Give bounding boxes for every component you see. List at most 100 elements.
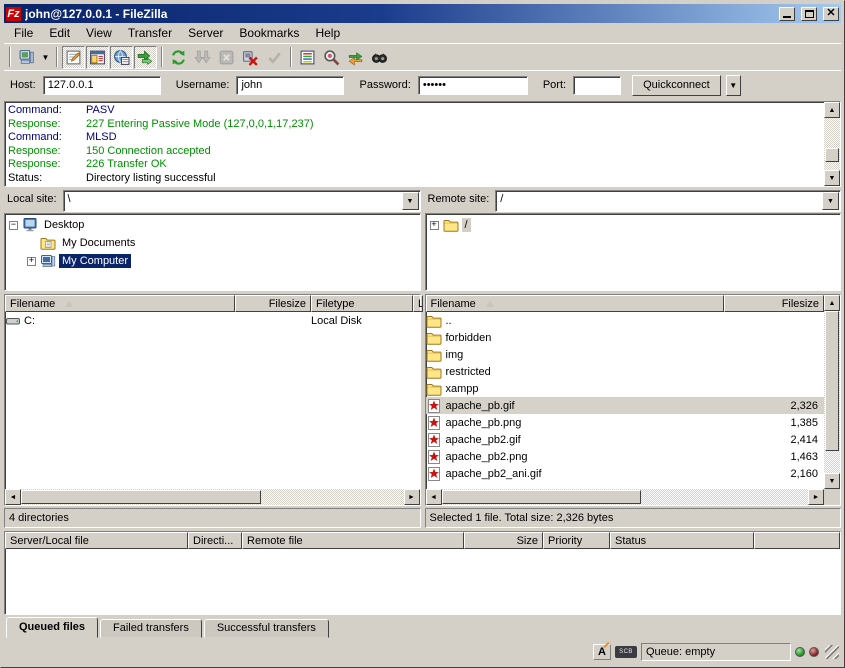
tree-item-my-computer[interactable]: + My Computer (7, 252, 420, 270)
column-header-status[interactable]: Status (610, 532, 754, 549)
scroll-left-button[interactable]: ◄ (426, 489, 442, 505)
local-horizontal-scrollbar[interactable]: ◄ ► (5, 489, 420, 505)
log-vertical-scrollbar[interactable]: ▲ ▼ (824, 102, 840, 186)
remote-vertical-scrollbar[interactable]: ▲ ▼ (824, 295, 840, 489)
toggle-message-log-button[interactable] (62, 46, 85, 69)
toggle-remote-tree-button[interactable] (110, 46, 133, 69)
scroll-down-button[interactable]: ▼ (824, 170, 840, 186)
scroll-right-button[interactable]: ► (808, 489, 824, 505)
column-header-filesize[interactable]: Filesize (235, 295, 311, 312)
expand-icon[interactable]: + (430, 221, 439, 230)
menu-view[interactable]: View (78, 24, 120, 42)
remote-tree-view: + / (425, 213, 842, 291)
chevron-down-icon: ▼ (42, 53, 50, 62)
chevron-down-icon[interactable]: ▼ (822, 192, 839, 210)
menu-server[interactable]: Server (180, 24, 231, 42)
password-input[interactable]: •••••• (418, 76, 528, 95)
scroll-right-button[interactable]: ► (404, 489, 420, 505)
resize-grip[interactable] (825, 645, 839, 659)
toggle-local-tree-button[interactable] (86, 46, 109, 69)
expand-icon[interactable]: + (27, 257, 36, 266)
collapse-icon[interactable]: − (9, 221, 18, 230)
my-documents-icon (40, 235, 56, 251)
menu-help[interactable]: Help (307, 24, 348, 42)
scroll-thumb[interactable] (21, 490, 261, 504)
cancel-operation-button[interactable] (215, 46, 238, 69)
log-text: PASV (86, 104, 115, 118)
find-files-button[interactable] (368, 46, 391, 69)
column-header-filetype[interactable]: Filetype (311, 295, 413, 312)
ascii-transfer-type-icon[interactable]: A (593, 644, 611, 660)
file-row-c-drive[interactable]: C: Local Disk (5, 312, 420, 329)
file-row[interactable]: img (426, 346, 825, 363)
scroll-thumb[interactable] (442, 490, 641, 504)
process-queue-button[interactable] (191, 46, 214, 69)
file-row[interactable]: apache_pb.png1,385 (426, 414, 825, 431)
column-header-priority[interactable]: Priority (543, 532, 610, 549)
column-header-direction[interactable]: Directi... (188, 532, 242, 549)
queue-tabs: Queued files Failed transfers Successful… (4, 615, 841, 638)
local-file-list: Filename Filesize Filetype L C: Local Di… (4, 294, 421, 506)
port-input[interactable] (573, 76, 621, 95)
file-row[interactable]: xampp (426, 380, 825, 397)
site-manager-dropdown[interactable]: ▼ (39, 46, 52, 69)
scroll-up-button[interactable]: ▲ (824, 295, 840, 311)
synchronized-browsing-button[interactable] (344, 46, 367, 69)
column-header-size[interactable]: Size (464, 532, 543, 549)
minimize-button[interactable] (779, 7, 795, 21)
menu-bar: File Edit View Transfer Server Bookmarks… (4, 23, 841, 43)
menu-transfer[interactable]: Transfer (120, 24, 180, 42)
menu-file[interactable]: File (6, 24, 41, 42)
column-header-filename[interactable]: Filename (5, 295, 235, 312)
chevron-down-icon[interactable]: ▼ (402, 192, 419, 210)
username-input[interactable]: john (236, 76, 344, 95)
scroll-up-button[interactable]: ▲ (824, 102, 840, 118)
host-input[interactable]: 127.0.0.1 (43, 76, 161, 95)
menu-bookmarks[interactable]: Bookmarks (231, 24, 307, 42)
speed-limit-icon[interactable]: SCB (615, 646, 637, 658)
column-header-filesize[interactable]: Filesize (724, 295, 824, 312)
scroll-left-button[interactable]: ◄ (5, 489, 21, 505)
quickconnect-button[interactable]: Quickconnect (632, 75, 721, 96)
column-header-server-local-file[interactable]: Server/Local file (5, 532, 188, 549)
file-row[interactable]: apache_pb2_ani.gif2,160 (426, 465, 825, 482)
file-row[interactable]: forbidden (426, 329, 825, 346)
tree-item-desktop[interactable]: − Desktop (7, 216, 420, 234)
column-header-remote-file[interactable]: Remote file (242, 532, 464, 549)
reconnect-button[interactable] (263, 46, 286, 69)
scroll-thumb[interactable] (825, 148, 839, 162)
file-row[interactable]: apache_pb2.gif2,414 (426, 431, 825, 448)
tab-successful-transfers[interactable]: Successful transfers (204, 619, 329, 638)
directory-listing-filter-button[interactable] (296, 46, 319, 69)
remote-horizontal-scrollbar[interactable]: ◄ ► (426, 489, 825, 505)
menu-edit[interactable]: Edit (41, 24, 78, 42)
tree-item-my-documents[interactable]: My Documents (7, 234, 420, 252)
file-row-selected[interactable]: apache_pb.gif2,326 (426, 397, 825, 414)
log-label: Command: (8, 131, 86, 145)
host-label: Host: (8, 79, 38, 91)
binoculars-icon (371, 49, 388, 66)
remote-pane: Remote site: / ▼ + / Filename (425, 190, 842, 528)
tab-queued-files[interactable]: Queued files (6, 617, 98, 638)
site-manager-button[interactable] (15, 46, 38, 69)
toggle-transfer-queue-button[interactable] (134, 46, 157, 69)
remote-site-label: Remote site: (425, 190, 496, 212)
file-row[interactable]: apache_pb2.png1,463 (426, 448, 825, 465)
tree-item-root[interactable]: + / (428, 216, 841, 234)
log-text: MLSD (86, 131, 117, 145)
refresh-button[interactable] (167, 46, 190, 69)
scroll-thumb[interactable] (825, 311, 839, 451)
scroll-down-button[interactable]: ▼ (824, 473, 840, 489)
local-site-combobox[interactable]: \ ▼ (63, 190, 421, 212)
quickconnect-dropdown[interactable]: ▼ (726, 75, 741, 96)
file-row[interactable]: restricted (426, 363, 825, 380)
queue-header: Server/Local file Directi... Remote file… (5, 532, 840, 549)
tab-failed-transfers[interactable]: Failed transfers (100, 619, 202, 638)
remote-site-combobox[interactable]: / ▼ (495, 190, 841, 212)
directory-comparison-button[interactable] (320, 46, 343, 69)
disconnect-button[interactable] (239, 46, 262, 69)
column-header-filename[interactable]: Filename (426, 295, 725, 312)
maximize-button[interactable] (801, 7, 817, 21)
close-button[interactable]: ✕ (823, 7, 839, 21)
file-row[interactable]: .. (426, 312, 825, 329)
